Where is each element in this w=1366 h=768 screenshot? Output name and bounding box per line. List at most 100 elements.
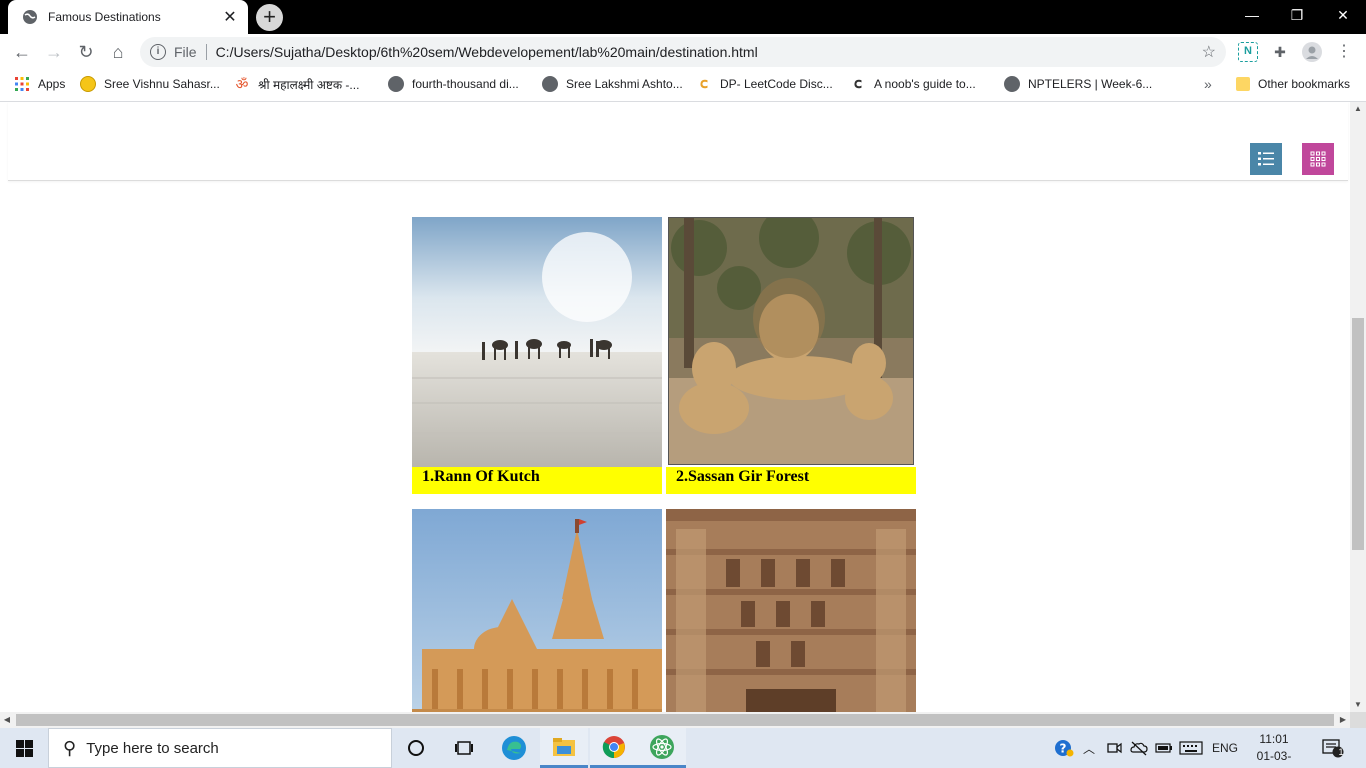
profile-avatar-icon[interactable]	[1302, 42, 1322, 62]
bookmark-label: Sree Vishnu Sahasr...	[104, 77, 220, 91]
back-arrow-icon[interactable]: ←	[10, 40, 34, 64]
page-viewport: 1.Rann Of Kutch 2.Sassan Gir Forest	[0, 102, 1350, 712]
new-tab-button[interactable]: +	[256, 4, 283, 31]
bookmark-favicon-icon	[80, 76, 96, 92]
url-text[interactable]: C:/Users/Sujatha/Desktop/6th%20sem/Webde…	[216, 44, 1202, 60]
battery-icon[interactable]	[1155, 728, 1173, 768]
scroll-up-arrow-icon[interactable]: ▲	[1350, 102, 1366, 116]
bookmark-label: श्री महालक्ष्मी अष्टक -...	[258, 77, 360, 92]
notification-count-badge: 1	[1338, 747, 1344, 757]
home-icon[interactable]: ⌂	[106, 40, 130, 64]
grid-icon	[1310, 151, 1326, 167]
language-indicator[interactable]: ENG	[1212, 728, 1238, 768]
windows-logo-icon	[15, 739, 33, 757]
leetcode-icon: ⅽ	[853, 75, 863, 92]
atom-app-icon[interactable]	[638, 728, 686, 768]
list-icon	[1258, 152, 1274, 166]
folder-icon	[1236, 77, 1250, 91]
browser-tab[interactable]: Famous Destinations ✕	[8, 0, 248, 34]
bookmark-label: Apps	[38, 77, 66, 91]
windows-start-button[interactable]	[0, 728, 48, 768]
clock-time: 11:01	[1259, 732, 1289, 746]
clock-date: 01-03-2021	[1256, 749, 1292, 768]
bookmark-star-icon[interactable]: ☆	[1202, 42, 1216, 62]
tab-close-icon[interactable]: ✕	[222, 7, 238, 27]
address-separator	[205, 44, 207, 60]
taskbar-search-box[interactable]: ⚲ Type here to search	[48, 728, 392, 768]
minimize-button[interactable]: —	[1229, 0, 1275, 30]
page-header-bar	[8, 102, 1348, 181]
tab-title: Famous Destinations	[48, 10, 161, 24]
other-bookmarks[interactable]: Other bookmarks	[1236, 75, 1350, 93]
bookmark-apps[interactable]: Apps	[14, 75, 65, 93]
meet-now-icon[interactable]	[1106, 728, 1122, 768]
bookmarks-bar: Apps Sree Vishnu Sahasr... ॐ श्री महालक्…	[0, 70, 1366, 98]
windows-taskbar: ⚲ Type here to search ? ︿ ENG 11:01 01-0…	[0, 728, 1366, 768]
file-explorer-icon[interactable]	[540, 728, 588, 768]
reload-icon[interactable]: ↻	[74, 40, 98, 64]
destination-card[interactable]	[412, 509, 662, 712]
globe-icon	[23, 10, 37, 24]
bookmark-item[interactable]: ॐ श्री महालक्ष्मी अष्टक -...	[234, 75, 360, 93]
destination-image	[412, 217, 662, 467]
chrome-icon[interactable]	[590, 728, 638, 768]
destination-card[interactable]: 2.Sassan Gir Forest	[666, 217, 916, 494]
close-window-button[interactable]: ✕	[1320, 0, 1366, 30]
scroll-down-arrow-icon[interactable]: ▼	[1350, 698, 1366, 712]
bookmark-item[interactable]: fourth-thousand di...	[388, 75, 519, 93]
bookmark-item[interactable]: ⅽ DP- LeetCode Disc...	[696, 75, 833, 93]
onedrive-off-icon[interactable]	[1130, 728, 1148, 768]
edge-browser-icon[interactable]	[490, 728, 538, 768]
address-bar[interactable]: i File C:/Users/Sujatha/Desktop/6th%20se…	[140, 37, 1226, 67]
globe-icon	[1004, 76, 1020, 92]
grid-view-button[interactable]	[1302, 143, 1334, 175]
forward-arrow-icon[interactable]: →	[42, 40, 66, 64]
scheme-label: File	[174, 44, 197, 60]
destination-card[interactable]: 1.Rann Of Kutch	[412, 217, 662, 494]
screen: Famous Destinations ✕ + — ❐ ✕ ← → ↻ ⌂ i …	[0, 0, 1366, 768]
search-placeholder: Type here to search	[86, 739, 219, 757]
scroll-right-arrow-icon[interactable]: ▶	[1336, 712, 1350, 728]
system-clock[interactable]: 11:01 01-03-2021	[1244, 731, 1304, 768]
puzzle-extensions-icon[interactable]: ✚	[1270, 42, 1290, 62]
horizontal-scrollbar[interactable]: ◀ ▶	[0, 712, 1350, 728]
browser-toolbar: ← → ↻ ⌂ i File C:/Users/Sujatha/Desktop/…	[0, 34, 1366, 70]
menu-kebab-icon[interactable]: ⋮	[1334, 42, 1354, 62]
destination-card[interactable]	[666, 509, 916, 712]
svg-text:?: ?	[1060, 742, 1067, 756]
bookmark-item[interactable]: Sree Vishnu Sahasr...	[80, 75, 220, 93]
bookmark-label: A noob's guide to...	[874, 77, 976, 91]
bookmark-item[interactable]: ⅽ A noob's guide to...	[850, 75, 976, 93]
vertical-scrollbar[interactable]: ▲ ▼	[1350, 102, 1366, 712]
destination-image	[412, 509, 662, 712]
notification-center-icon[interactable]: 1	[1322, 728, 1344, 768]
list-view-button[interactable]	[1250, 143, 1282, 175]
restore-button[interactable]: ❐	[1274, 0, 1320, 30]
bookmark-label: DP- LeetCode Disc...	[720, 77, 833, 91]
vertical-scroll-thumb[interactable]	[1352, 318, 1364, 550]
leetcode-icon: ⅽ	[699, 75, 709, 92]
destination-image	[666, 509, 916, 712]
help-tray-icon[interactable]: ?	[1054, 728, 1074, 768]
chevron-up-icon[interactable]: ︿	[1083, 728, 1095, 768]
bookmark-label: Sree Lakshmi Ashto...	[566, 77, 683, 91]
keyboard-icon[interactable]	[1179, 728, 1203, 768]
browser-titlebar: Famous Destinations ✕ + — ❐ ✕	[0, 0, 1366, 34]
extension-n-icon[interactable]: N	[1238, 42, 1258, 62]
info-icon[interactable]: i	[150, 44, 166, 60]
scrollbar-corner	[1350, 712, 1366, 728]
bookmark-item[interactable]: NPTELERS | Week-6...	[1004, 75, 1152, 93]
bookmark-label: fourth-thousand di...	[412, 77, 519, 91]
search-icon: ⚲	[63, 737, 77, 758]
globe-icon	[388, 76, 404, 92]
horizontal-scroll-thumb[interactable]	[16, 714, 1334, 726]
task-view-icon[interactable]	[440, 728, 488, 768]
scroll-left-arrow-icon[interactable]: ◀	[0, 712, 14, 728]
destination-image	[668, 217, 914, 465]
destination-caption: 1.Rann Of Kutch	[412, 467, 662, 494]
destination-caption: 2.Sassan Gir Forest	[666, 467, 916, 494]
bookmark-item[interactable]: Sree Lakshmi Ashto...	[542, 75, 683, 93]
bookmarks-overflow-button[interactable]: »	[1204, 75, 1212, 93]
cortana-circle-icon[interactable]	[392, 728, 440, 768]
bookmark-label: Other bookmarks	[1258, 77, 1351, 91]
